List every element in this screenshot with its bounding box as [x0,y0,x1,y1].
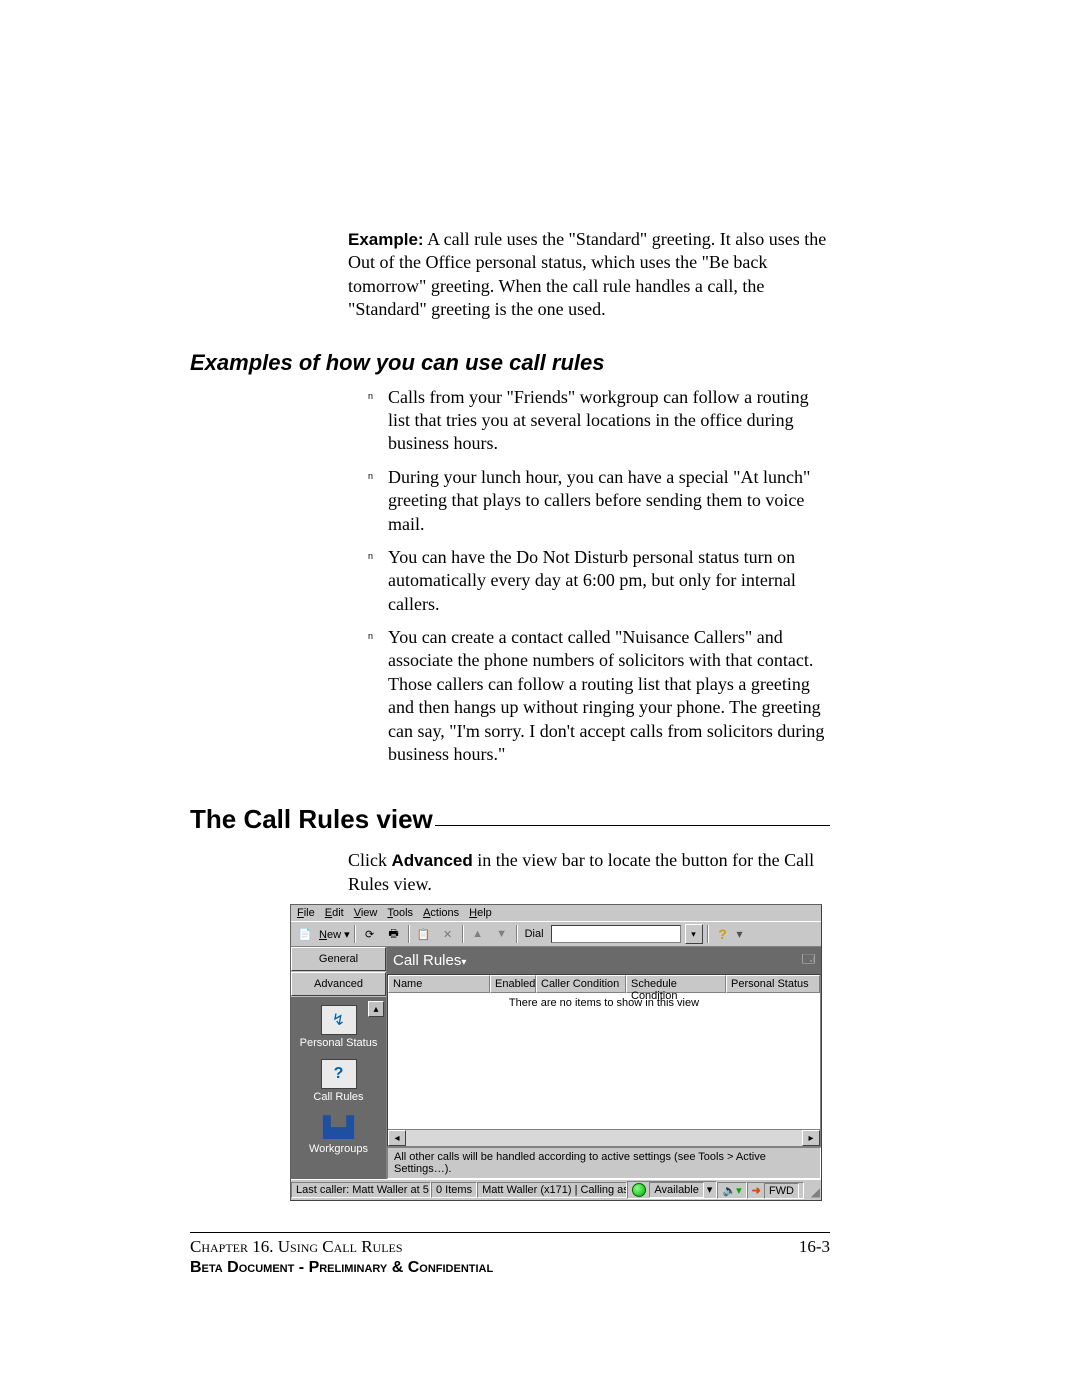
paste-icon[interactable]: 📋 [414,924,434,944]
menubar: File Edit View Tools Actions Help [291,905,821,921]
page-footer: Chapter 16. Using Call Rules 16-3 Beta D… [190,1232,830,1277]
intro-paragraph: Example: A call rule uses the "Standard"… [348,228,830,322]
advanced-bold: Advanced [392,851,473,870]
statusbar: Last caller: Matt Waller at 5 0 Items Ma… [291,1179,821,1200]
status-item-count: 0 Items [431,1182,477,1198]
footer-page-number: 16-3 [799,1237,830,1257]
info-strip: All other calls will be handled accordin… [387,1147,821,1179]
status-mute-icon[interactable]: 🔈▾ [717,1182,746,1199]
toolbar-separator [516,925,518,943]
toolbar-separator [408,925,410,943]
call-rules-icon: ? [321,1059,357,1089]
toolbar-separator [707,925,709,943]
dial-label: Dial [522,928,547,940]
status-fwd[interactable]: ➜ FWD [747,1182,804,1199]
col-enabled[interactable]: Enabled [490,975,536,993]
app-screenshot: File Edit View Tools Actions Help 📄 New … [290,904,822,1201]
refresh-icon[interactable]: ⟳ [360,924,380,944]
dial-dropdown-button[interactable]: ▾ [685,924,703,944]
viewbar-item-workgroups[interactable]: ▙▟ Workgroups [291,1113,386,1155]
col-name[interactable]: Name [388,975,490,993]
help-icon[interactable]: ? [713,924,733,944]
viewbar-item-call-rules[interactable]: ? Call Rules [291,1059,386,1103]
viewbar-panel: ▴ ↯ Personal Status ? Call Rules ▙▟ Work… [291,997,386,1179]
viewbar-item-label: Personal Status [300,1037,378,1049]
toolbar-separator [354,925,356,943]
horizontal-scrollbar[interactable]: ◂ ▸ [388,1129,820,1146]
column-headers: Name Enabled Caller Condition Schedule C… [388,975,820,993]
list-item: Calls from your "Friends" workgroup can … [368,386,830,456]
viewbar-general-button[interactable]: General [291,947,386,971]
menu-edit[interactable]: Edit [325,907,344,919]
new-button[interactable]: New ▾ [319,928,350,941]
menu-help[interactable]: Help [469,907,492,919]
section-heading-text: The Call Rules view [190,804,433,835]
footer-confidential: Beta Document - Preliminary & Confidenti… [190,1259,830,1277]
footer-chapter: Chapter 16. Using Call Rules [190,1237,403,1257]
menu-file[interactable]: File [297,907,315,919]
heading-rule [435,825,830,826]
list-item: During your lunch hour, you can have a s… [368,466,830,536]
examples-subheading: Examples of how you can use call rules [190,350,830,376]
viewbar-item-label: Workgroups [309,1143,368,1155]
status-dot-icon [632,1183,646,1197]
scroll-left-icon[interactable]: ◂ [388,1130,406,1146]
scroll-up-icon[interactable]: ▴ [368,1001,384,1017]
scroll-right-icon[interactable]: ▸ [802,1130,820,1146]
examples-list: Calls from your "Friends" workgroup can … [368,386,830,767]
example-label: Example: [348,230,424,249]
options-icon[interactable]: 🗔 [802,950,815,971]
new-icon[interactable]: 📄 [295,924,315,944]
empty-grid-message: There are no items to show in this view [388,993,820,1009]
content-title: Call Rules▾ [393,952,466,969]
resize-grip-icon[interactable]: ◢ [804,1181,821,1199]
menu-tools[interactable]: Tools [387,907,413,919]
content-pane: Call Rules▾ 🗔 Name Enabled Caller Condit… [387,947,821,1179]
footer-rule [190,1232,830,1233]
print-icon[interactable]: 🖶 [384,924,404,944]
viewbar-item-label: Call Rules [313,1091,363,1103]
list-item: You can create a contact called "Nuisanc… [368,626,830,766]
content-titlebar: Call Rules▾ 🗔 [387,947,821,974]
scroll-track[interactable] [406,1130,802,1146]
viewbar: General Advanced ▴ ↯ Personal Status ? C… [291,947,387,1179]
down-icon[interactable]: ▼ [492,924,512,944]
col-personal-status[interactable]: Personal Status [726,975,820,993]
up-icon[interactable]: ▲ [468,924,488,944]
workgroups-icon: ▙▟ [322,1113,356,1141]
menu-actions[interactable]: Actions [423,907,459,919]
status-calling-as: Matt Waller (x171) | Calling as Susan St… [477,1182,627,1198]
col-schedule-condition[interactable]: Schedule Condition [626,975,726,993]
col-caller-condition[interactable]: Caller Condition [536,975,626,993]
document-page: Example: A call rule uses the "Standard"… [0,0,1080,1397]
personal-status-icon: ↯ [321,1005,357,1035]
list-item: You can have the Do Not Disturb personal… [368,546,830,616]
grid-body [388,1009,820,1129]
status-available[interactable]: Available ▾ [627,1181,717,1199]
main-area: General Advanced ▴ ↯ Personal Status ? C… [291,947,821,1179]
delete-icon[interactable]: ✕ [438,924,458,944]
status-last-caller: Last caller: Matt Waller at 5 [291,1182,431,1198]
menu-view[interactable]: View [354,907,378,919]
call-rules-view-heading: The Call Rules view [190,804,830,835]
footer-row: Chapter 16. Using Call Rules 16-3 [190,1237,830,1257]
section-intro-paragraph: Click Advanced in the view bar to locate… [348,849,830,896]
viewbar-advanced-button[interactable]: Advanced [291,972,386,996]
grid: Name Enabled Caller Condition Schedule C… [387,974,821,1147]
dial-input[interactable] [551,925,681,943]
toolbar: 📄 New ▾ ⟳ 🖶 📋 ✕ ▲ ▼ Dial ▾ ? ▾ [291,921,821,947]
toolbar-separator [462,925,464,943]
overflow-icon[interactable]: ▾ [737,927,743,941]
fwd-arrow-icon: ➜ [752,1185,761,1197]
